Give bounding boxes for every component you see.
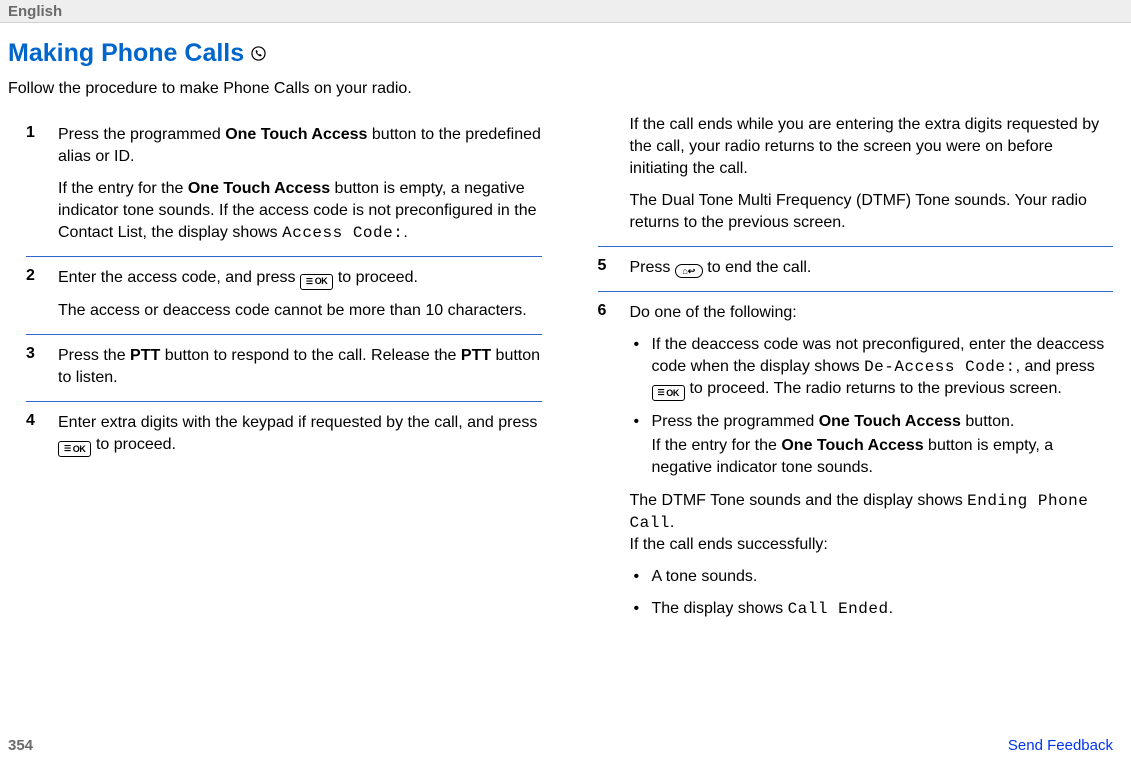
bullet-list: If the deaccess code was not preconfigur… [630, 334, 1114, 479]
text: The DTMF Tone sounds and the display sho… [630, 492, 968, 509]
step-2: 2 Enter the access code, and press OK to… [26, 257, 542, 334]
step-number-spacer [598, 114, 618, 234]
list-item: Press the programmed One Touch Access bu… [630, 411, 1114, 479]
step-number: 5 [598, 257, 618, 279]
text: Press [630, 259, 675, 276]
text: to proceed. The radio returns to the pre… [689, 380, 1061, 397]
step-body: Press the programmed One Touch Access bu… [58, 124, 542, 244]
text: button to respond to the call. Release t… [160, 347, 461, 364]
step-number: 6 [598, 302, 618, 630]
footer: 354 Send Feedback [8, 737, 1113, 754]
emphasis: One Touch Access [188, 180, 330, 197]
step-body: Do one of the following: If the deaccess… [630, 302, 1114, 630]
step-number: 4 [26, 412, 46, 457]
intro-text: Follow the procedure to make Phone Calls… [8, 78, 1113, 100]
page-title: Making Phone Calls [8, 39, 1113, 68]
text: . [889, 600, 893, 617]
header-bar: English [0, 0, 1131, 23]
step-body: Press ⌂↩ to end the call. [630, 257, 1114, 279]
text: The access or deaccess code cannot be mo… [58, 300, 542, 322]
text: If the entry for the [652, 437, 782, 454]
display-text: Access Code: [282, 224, 403, 242]
text: button. [961, 413, 1014, 430]
ok-button-icon: OK [300, 274, 333, 290]
step-6: 6 Do one of the following: If the deacce… [598, 292, 1114, 630]
text: If the entry for the [58, 180, 188, 197]
emphasis: PTT [130, 347, 160, 364]
step-number: 1 [26, 124, 46, 244]
text: . [670, 514, 674, 531]
list-item: If the deaccess code was not preconfigur… [630, 334, 1114, 401]
emphasis: One Touch Access [781, 437, 923, 454]
display-text: De-Access Code: [864, 358, 1016, 376]
step-body: Enter the access code, and press OK to p… [58, 267, 542, 322]
two-column-layout: 1 Press the programmed One Touch Access … [8, 114, 1113, 630]
right-column: If the call ends while you are entering … [598, 114, 1114, 630]
step-number: 3 [26, 345, 46, 389]
emphasis: One Touch Access [819, 413, 961, 430]
step-4: 4 Enter extra digits with the keypad if … [26, 402, 542, 457]
text: The display shows [652, 600, 788, 617]
text: . [403, 224, 407, 241]
step-4-continuation: If the call ends while you are entering … [598, 114, 1114, 246]
step-body: Enter extra digits with the keypad if re… [58, 412, 542, 457]
ok-button-icon: OK [58, 441, 91, 457]
left-column: 1 Press the programmed One Touch Access … [8, 114, 542, 630]
phone-icon [250, 46, 266, 62]
back-home-button-icon: ⌂↩ [675, 264, 703, 278]
step-number: 2 [26, 267, 46, 322]
text: to end the call. [707, 259, 811, 276]
step-5: 5 Press ⌂↩ to end the call. [598, 247, 1114, 291]
step-body: Press the PTT button to respond to the c… [58, 345, 542, 389]
text: A tone sounds. [652, 568, 758, 585]
text: Do one of the following: [630, 302, 1114, 324]
ok-button-icon: OK [652, 385, 685, 401]
list-item: The display shows Call Ended. [630, 598, 1114, 620]
page-content: Making Phone Calls Follow the procedure … [0, 23, 1131, 638]
text: Enter the access code, and press [58, 269, 300, 286]
step-1: 1 Press the programmed One Touch Access … [26, 114, 542, 256]
text: The Dual Tone Multi Frequency (DTMF) Ton… [630, 190, 1114, 234]
page-number: 354 [8, 737, 33, 754]
display-text: Call Ended [788, 600, 889, 618]
emphasis: One Touch Access [225, 126, 367, 143]
text: Press the [58, 347, 130, 364]
title-text: Making Phone Calls [8, 39, 244, 68]
text: Press the programmed [652, 413, 819, 430]
step-body: If the call ends while you are entering … [630, 114, 1114, 234]
step-3: 3 Press the PTT button to respond to the… [26, 335, 542, 401]
text: Enter extra digits with the keypad if re… [58, 414, 537, 431]
emphasis: PTT [461, 347, 491, 364]
send-feedback-link[interactable]: Send Feedback [1008, 737, 1113, 754]
text: If the call ends while you are entering … [630, 114, 1114, 180]
text: If the call ends successfully: [630, 536, 828, 553]
text: to proceed. [96, 436, 176, 453]
text: , and press [1016, 358, 1095, 375]
text: Press the programmed [58, 126, 225, 143]
bullet-list: A tone sounds. The display shows Call En… [630, 566, 1114, 620]
text: to proceed. [338, 269, 418, 286]
list-item: A tone sounds. [630, 566, 1114, 588]
language-label: English [8, 3, 62, 20]
